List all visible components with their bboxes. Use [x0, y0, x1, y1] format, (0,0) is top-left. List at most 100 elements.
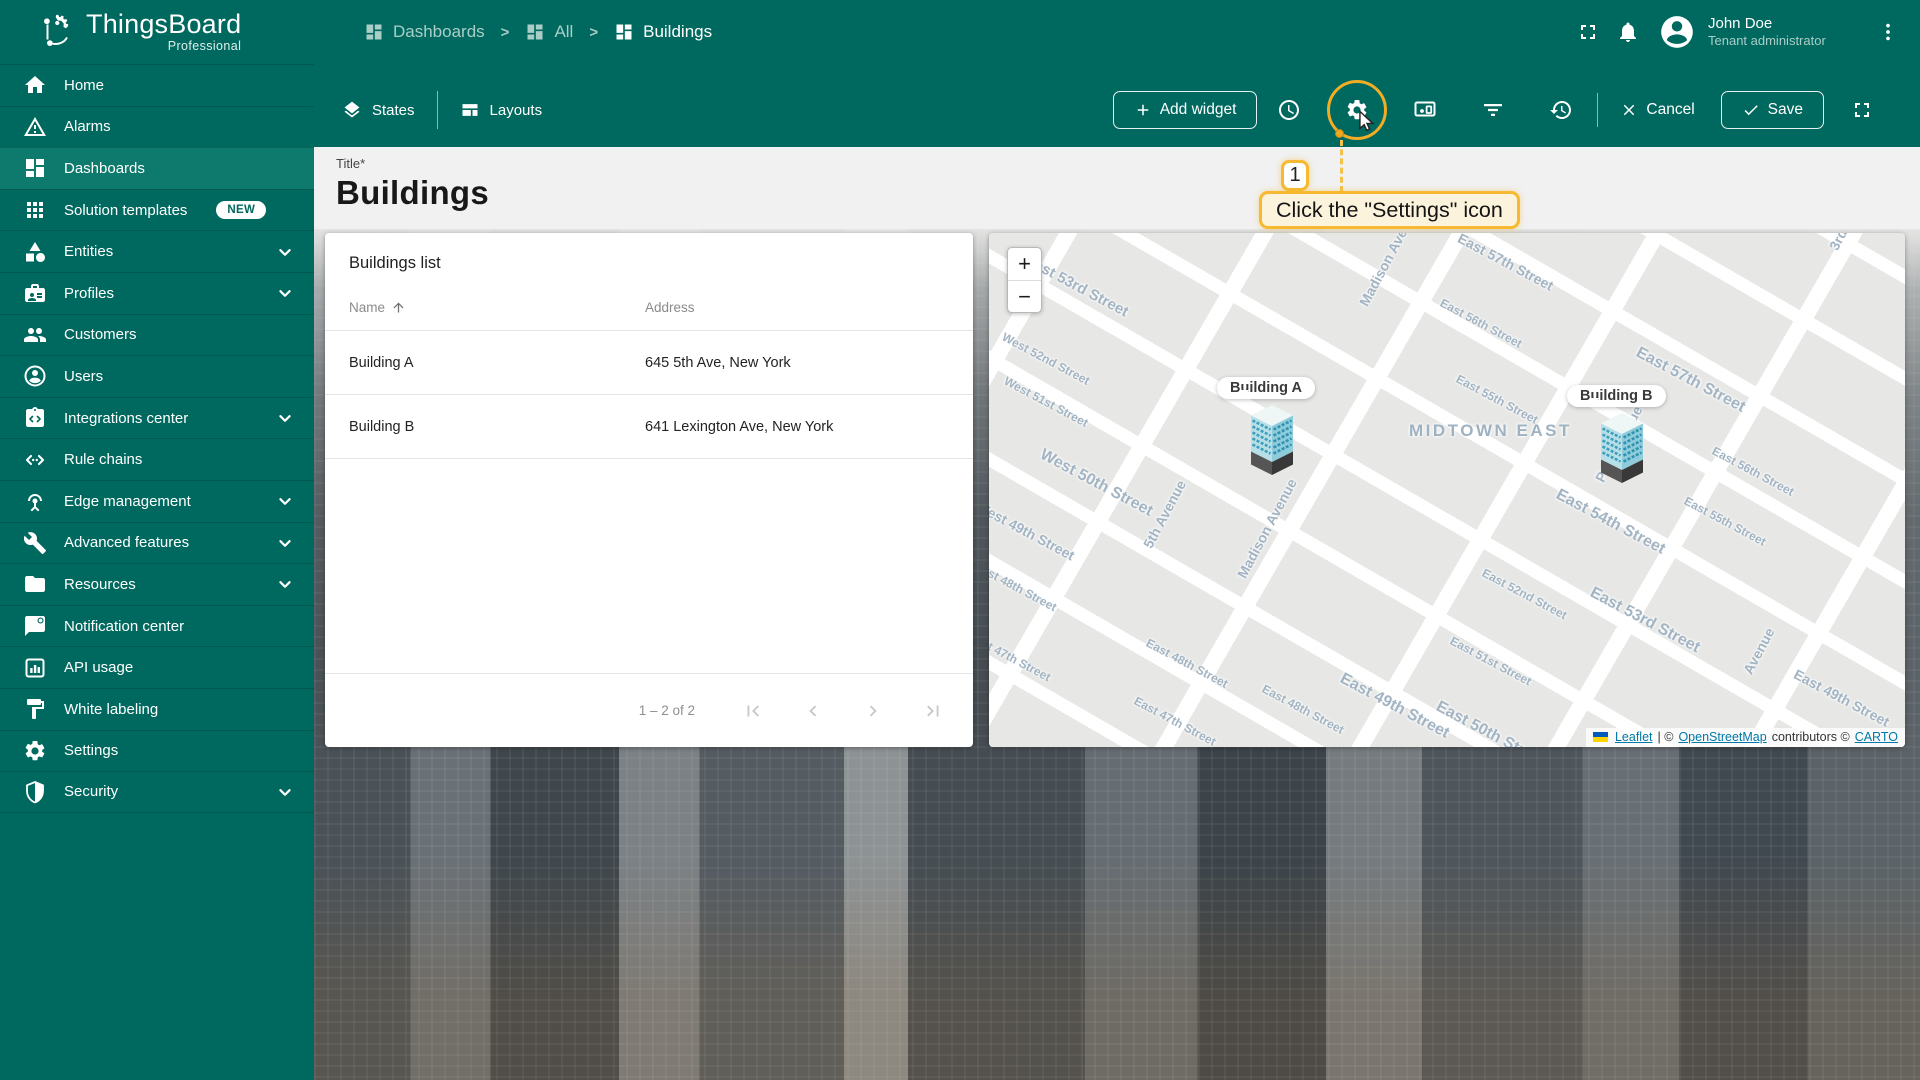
widget-title: Buildings list — [349, 254, 441, 272]
breadcrumb-separator: > — [500, 23, 510, 41]
column-header-address[interactable]: Address — [645, 300, 949, 315]
sidebar-item-label: Dashboards — [64, 159, 145, 177]
more-menu-button[interactable] — [1868, 12, 1908, 52]
next-page-button[interactable] — [861, 699, 885, 723]
sidebar-item-entities[interactable]: Entities — [0, 230, 314, 272]
map-attribution: Leaflet | © OpenStreetMap contributors ©… — [1585, 728, 1905, 747]
settings-button[interactable] — [1327, 80, 1388, 192]
sidebar-item-resources[interactable]: Resources — [0, 563, 314, 605]
sidebar-item-label: Entities — [64, 243, 114, 261]
sidebar-item-label: Alarms — [64, 118, 111, 136]
fullscreen-button[interactable] — [1568, 12, 1608, 52]
sidebar-item-label: Solution templates — [64, 201, 188, 219]
dashboards-icon — [527, 24, 543, 40]
cell-address: 641 Lexington Ave, New York — [645, 418, 834, 435]
expand-dashboard-button[interactable] — [1842, 90, 1882, 130]
dashboard-title-input[interactable]: Buildings — [336, 174, 1920, 212]
sidebar-item-label: Edge management — [64, 492, 191, 510]
paint-icon — [23, 697, 47, 721]
sidebar-item-advanced-features[interactable]: Advanced features — [0, 521, 314, 564]
table-row[interactable]: Building A 645 5th Ave, New York — [325, 331, 973, 395]
first-page-button[interactable] — [741, 699, 765, 723]
street-label: East 56th Street — [1709, 443, 1797, 499]
street-label: MIDTOWN EAST — [1409, 421, 1572, 440]
breadcrumb-buildings[interactable]: Buildings — [614, 22, 712, 42]
sidebar-item-notification-center[interactable]: Notification center — [0, 604, 314, 647]
layouts-button[interactable]: Layouts — [460, 100, 542, 120]
street-label: East 53rd Street — [1587, 584, 1703, 657]
app-logo[interactable]: ThingsBoard Professional — [0, 0, 314, 64]
sidebar-item-solution-templates[interactable]: Solution templates NEW — [0, 188, 314, 231]
notifications-button[interactable] — [1608, 12, 1648, 52]
avatar[interactable] — [1658, 13, 1696, 51]
sidebar-item-settings[interactable]: Settings — [0, 729, 314, 772]
breadcrumb-all[interactable]: All — [525, 22, 573, 42]
toolbar-divider — [1597, 93, 1599, 127]
marker-tooltip: Building B — [1567, 385, 1666, 407]
breadcrumb-dashboards[interactable]: Dashboards — [364, 22, 485, 42]
building-marker-icon[interactable] — [1601, 413, 1643, 485]
ukraine-flag-icon — [1592, 732, 1608, 742]
building-marker-icon[interactable] — [1251, 405, 1293, 477]
cancel-button[interactable]: Cancel — [1614, 92, 1700, 128]
sidebar-item-alarms[interactable]: Alarms — [0, 105, 314, 148]
save-button[interactable]: Save — [1720, 91, 1824, 129]
sidebar-item-users[interactable]: Users — [0, 355, 314, 397]
kebab-icon — [1886, 23, 1890, 41]
map-street-labels: West 53rd Street West 52nd Street West 51s… — [989, 233, 1905, 747]
add-widget-button[interactable]: Add widget — [1112, 91, 1258, 129]
sidebar-item-api-usage[interactable]: API usage — [0, 646, 314, 688]
toolbar-divider — [436, 91, 438, 129]
apps-icon — [23, 198, 47, 222]
column-header-name[interactable]: Name — [349, 300, 645, 315]
last-page-button[interactable] — [921, 699, 945, 723]
osm-link[interactable]: OpenStreetMap — [1678, 730, 1766, 744]
user-block: John Doe Tenant administrator — [1568, 12, 1908, 52]
zoom-out-button[interactable]: − — [1008, 280, 1041, 312]
chevron-left-icon — [809, 705, 817, 716]
street-label: East 49th Street — [1791, 665, 1893, 730]
mouse-cursor-icon — [1358, 110, 1376, 134]
sidebar-item-security[interactable]: Security — [0, 771, 314, 813]
table-row[interactable]: Building B 641 Lexington Ave, New York — [325, 395, 973, 459]
sidebar-item-customers[interactable]: Customers — [0, 313, 314, 356]
zoom-in-button[interactable]: + — [1008, 248, 1041, 280]
sidebar-item-integrations-center[interactable]: Integrations center — [0, 396, 314, 439]
entity-aliases-button[interactable] — [1405, 90, 1445, 130]
attribution-text: | © — [1657, 730, 1674, 744]
sidebar-item-label: Settings — [64, 742, 119, 760]
carto-link[interactable]: CARTO — [1855, 730, 1898, 744]
breadcrumb-separator: > — [589, 23, 599, 41]
chevron-down-icon — [274, 282, 296, 304]
street-label: East 54th Street — [1553, 486, 1669, 558]
dashboard-title-panel: Title* Buildings — [314, 147, 1920, 229]
sidebar-item-label: Advanced features — [64, 534, 190, 552]
dashboard-canvas: Buildings list Name Address Building A 6… — [314, 229, 1920, 1080]
street-label: East 52nd Street — [1479, 565, 1570, 623]
last-page-icon — [927, 705, 939, 716]
street-label: East 47th Street — [1131, 693, 1219, 747]
sidebar-item-rule-chains[interactable]: Rule chains — [0, 438, 314, 480]
sidebar-item-edge-management[interactable]: Edge management — [0, 479, 314, 522]
tutorial-callout: Click the "Settings" icon — [1259, 191, 1520, 229]
check-icon — [1744, 105, 1758, 116]
sidebar-item-label: White labeling — [64, 700, 159, 718]
buildings-map-widget[interactable]: West 53rd Street West 52nd Street West 51s… — [989, 233, 1905, 747]
version-control-button[interactable] — [1541, 90, 1581, 130]
street-label: East 48th Street — [1259, 681, 1347, 737]
sidebar-item-white-labeling[interactable]: White labeling — [0, 687, 314, 730]
chevron-right-icon — [869, 705, 877, 716]
antenna-icon — [23, 489, 47, 513]
leaflet-link[interactable]: Leaflet — [1615, 730, 1653, 744]
timewindow-button[interactable] — [1269, 90, 1309, 130]
states-button[interactable]: States — [342, 100, 415, 120]
history-icon — [1550, 101, 1572, 119]
sidebar-item-label: Rule chains — [64, 451, 143, 469]
filter-button[interactable] — [1473, 90, 1513, 130]
sidebar-item-dashboards[interactable]: Dashboards — [0, 147, 314, 189]
sidebar-item-home[interactable]: Home — [0, 64, 314, 106]
chevron-down-icon — [274, 407, 296, 429]
previous-page-button[interactable] — [801, 699, 825, 723]
user-info[interactable]: John Doe Tenant administrator — [1708, 15, 1868, 50]
sidebar-item-profiles[interactable]: Profiles — [0, 271, 314, 314]
